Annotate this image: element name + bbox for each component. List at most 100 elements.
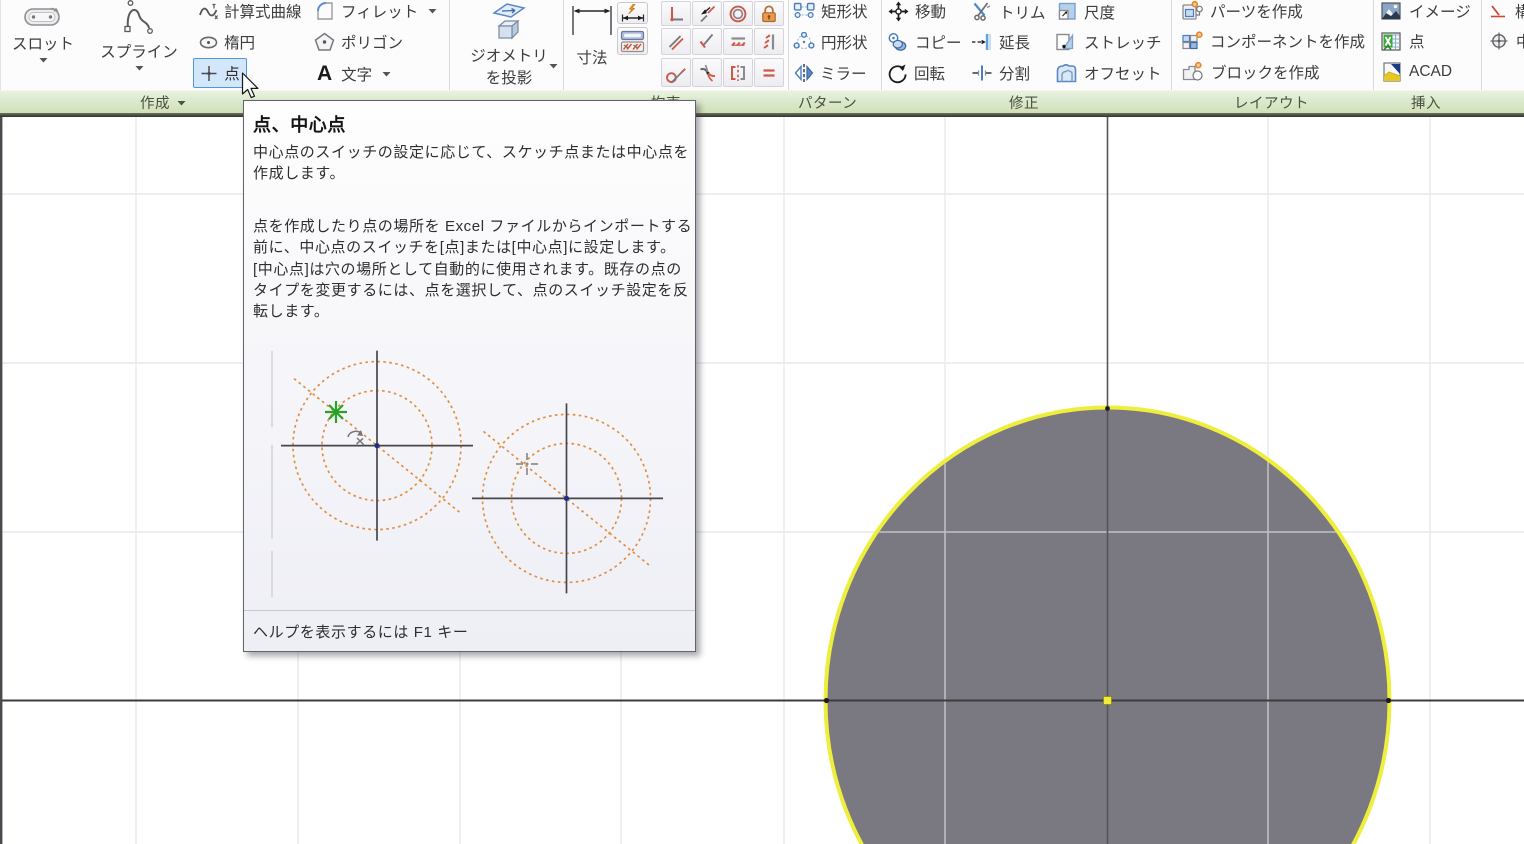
dimension-display-icon	[620, 30, 645, 53]
dimension-button[interactable]: 寸法	[568, 2, 616, 68]
constraint-perpendicular-button[interactable]	[661, 1, 691, 26]
project-geometry-label-line1: ジオメトリ	[470, 44, 548, 66]
dropdown-arrow-icon[interactable]	[382, 71, 391, 77]
make-components-button[interactable]: コンポーネントを作成	[1181, 31, 1365, 51]
auto-dimension-button[interactable]	[617, 2, 648, 24]
dropdown-arrow-icon[interactable]	[39, 57, 48, 63]
panel-label-modify[interactable]: 修正	[1009, 94, 1039, 111]
constraint-concentric-button[interactable]	[723, 1, 753, 26]
fillet-icon	[315, 1, 335, 21]
equation-curve-label: 計算式曲線	[224, 0, 302, 22]
panel-expand-icon[interactable]	[177, 100, 186, 106]
construction-button[interactable]: 構	[1489, 3, 1524, 19]
split-label: 分割	[999, 62, 1030, 84]
split-button[interactable]: 分割	[971, 63, 1030, 83]
circular-pattern-button[interactable]: 円形状	[793, 32, 868, 51]
constraint-vertical-button[interactable]	[754, 28, 784, 55]
insert-acad-button[interactable]: ACAD	[1383, 62, 1452, 82]
sketch-canvas[interactable]	[0, 117, 1524, 844]
panel-label-text: 挿入	[1411, 92, 1441, 113]
fillet-button[interactable]: フィレット	[315, 1, 437, 20]
point-button[interactable]: 点	[193, 58, 247, 88]
text-button[interactable]: A 文字	[317, 63, 391, 85]
dropdown-arrow-icon[interactable]	[135, 65, 144, 71]
mirror-icon	[793, 63, 815, 83]
trim-button[interactable]: トリム	[971, 1, 1046, 22]
constraint-symmetric-button[interactable]	[723, 58, 753, 87]
ellipse-label: 楕円	[224, 31, 255, 53]
insert-image-button[interactable]: イメージ	[1381, 1, 1471, 20]
panel-label-create[interactable]: 作成	[140, 94, 186, 111]
make-components-label: コンポーネントを作成	[1210, 30, 1365, 52]
create-block-label: ブロックを作成	[1211, 61, 1320, 83]
pointer-glyph	[348, 430, 364, 445]
constraint-horizontal-button[interactable]	[723, 28, 753, 55]
panel-label-text: パターン	[798, 92, 857, 113]
polygon-button[interactable]: ポリゴン	[314, 32, 403, 51]
equation-curve-button[interactable]: 計算式曲線	[199, 2, 302, 20]
circle-center-point[interactable]	[1104, 697, 1112, 705]
ribbon: スロット スプライン 計算式曲線 楕円 点 フィレット ポリゴン A 文字	[0, 0, 1524, 117]
constraint-horizontal-icon	[728, 32, 748, 52]
point-label: 点	[224, 62, 240, 84]
dropdown-arrow-icon[interactable]	[428, 8, 437, 14]
dropdown-arrow-icon[interactable]	[549, 63, 558, 69]
centerpoint-toggle-icon	[1488, 31, 1510, 51]
split-icon	[971, 63, 993, 83]
rectangular-pattern-icon	[793, 2, 816, 20]
stretch-button[interactable]: ストレッチ	[1055, 32, 1162, 52]
constraint-smooth-button[interactable]	[692, 58, 722, 87]
ellipse-button[interactable]: 楕円	[199, 33, 255, 51]
polygon-icon	[314, 32, 335, 52]
spline-button[interactable]: スプライン	[98, 0, 180, 71]
constraint-coincident-button[interactable]	[692, 1, 722, 26]
scale-label: 尺度	[1084, 1, 1115, 23]
scale-button[interactable]: 尺度	[1056, 1, 1115, 22]
construction-label-partial: 構	[1515, 0, 1524, 22]
slot-button[interactable]: スロット	[6, 6, 80, 63]
left-figure	[281, 351, 473, 541]
constraint-collinear-button[interactable]	[692, 28, 722, 55]
rotate-label: 回転	[914, 62, 945, 84]
rotate-icon	[887, 63, 908, 84]
project-geometry-button[interactable]: ジオメトリ を投影	[466, 0, 552, 88]
constraint-smooth-icon	[697, 63, 717, 83]
constraint-parallel-button[interactable]	[661, 28, 691, 55]
rectangular-pattern-button[interactable]: 矩形状	[793, 2, 868, 20]
constraint-equal-button[interactable]	[754, 58, 784, 87]
extend-button[interactable]: 延長	[971, 32, 1030, 52]
dimension-icon	[570, 2, 614, 38]
tooltip-footer: ヘルプを表示するには F1 キー	[253, 621, 468, 642]
circular-pattern-label: 円形状	[821, 31, 868, 53]
constraint-vertical-icon	[759, 32, 779, 52]
panel-label-text: 作成	[140, 92, 170, 113]
rectangular-pattern-label: 矩形状	[821, 0, 868, 22]
equation-curve-icon	[199, 3, 218, 20]
move-button[interactable]: 移動	[888, 1, 946, 21]
scale-icon	[1056, 1, 1078, 22]
insert-points-button[interactable]: 点	[1381, 31, 1425, 51]
move-label: 移動	[915, 0, 946, 22]
constraint-tangent-button[interactable]	[661, 58, 691, 87]
dimension-display-button[interactable]	[617, 27, 648, 55]
make-part-button[interactable]: パーツを作成	[1181, 1, 1303, 20]
centerpoint-toggle-button[interactable]: 中	[1488, 31, 1524, 51]
slot-label: スロット	[12, 32, 74, 54]
create-block-button[interactable]: ブロックを作成	[1181, 62, 1320, 82]
constraint-fix-button[interactable]	[754, 1, 784, 26]
offset-button[interactable]: オフセット	[1055, 63, 1162, 83]
constraint-equal-icon	[759, 63, 779, 83]
tooltip-illustration	[244, 339, 697, 605]
copy-label: コピー	[915, 31, 962, 53]
make-part-icon	[1181, 1, 1204, 21]
rotate-button[interactable]: 回転	[887, 63, 945, 83]
panel-label-insert[interactable]: 挿入	[1411, 94, 1441, 111]
copy-button[interactable]: コピー	[887, 32, 962, 52]
trim-icon	[971, 1, 993, 22]
panel-label-pattern[interactable]: パターン	[798, 94, 857, 111]
mirror-button[interactable]: ミラー	[793, 63, 867, 82]
text-icon: A	[317, 63, 332, 85]
panel-label-layout[interactable]: レイアウト	[1234, 94, 1309, 111]
create-block-icon	[1181, 62, 1205, 82]
offset-label: オフセット	[1084, 62, 1162, 84]
